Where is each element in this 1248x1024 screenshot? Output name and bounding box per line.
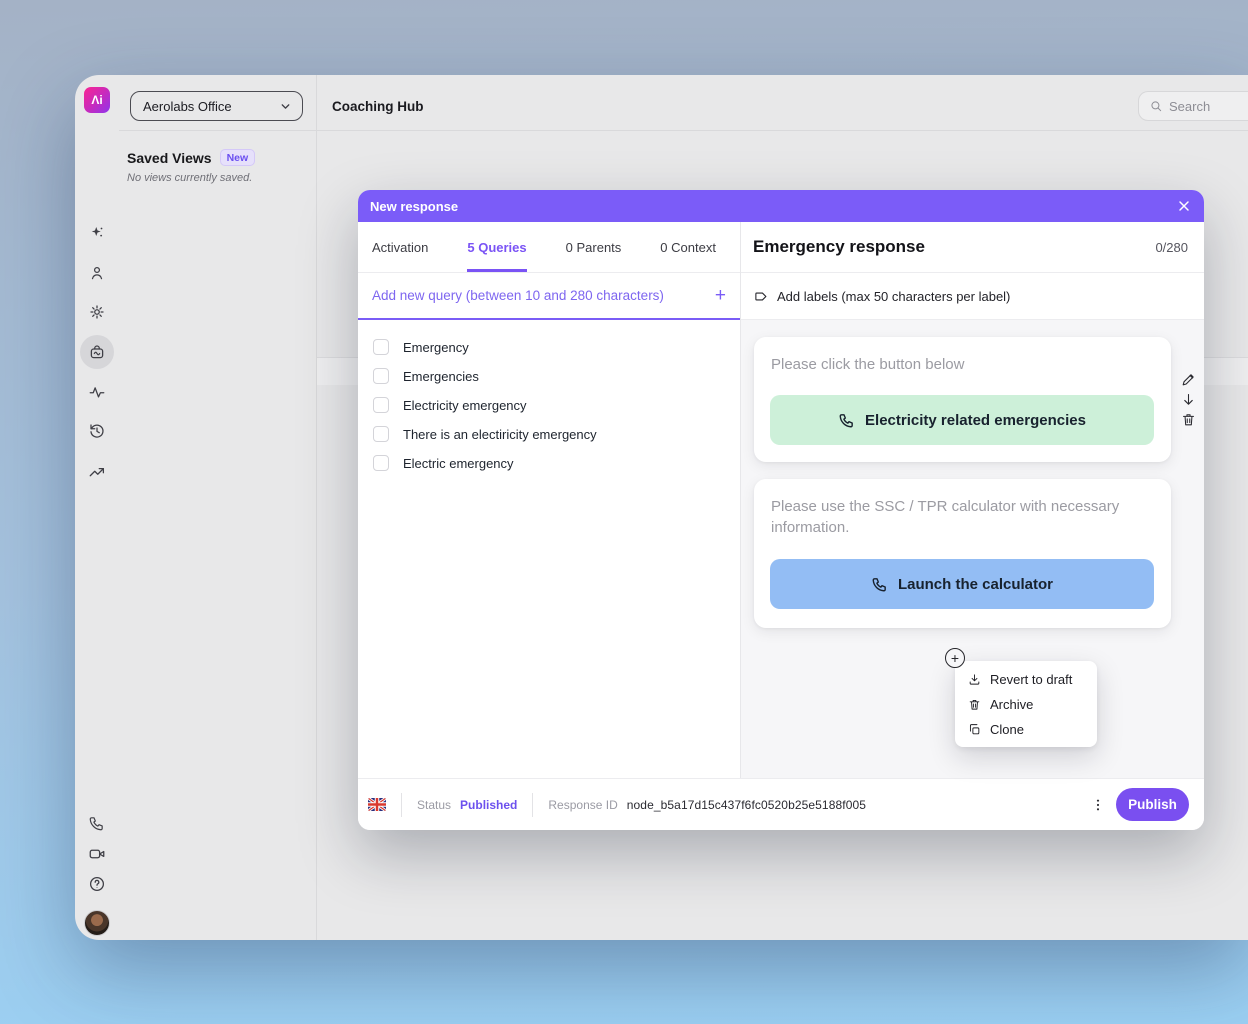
query-row: Emergencies [373,366,479,386]
workspace-selector[interactable]: Aerolabs Office [130,91,303,121]
response-id-value: node_b5a17d15c437f6fc0520b25e5188f005 [627,798,866,812]
footer-divider [532,793,533,817]
activity-pulse-icon[interactable] [88,383,106,401]
modal-title: New response [370,199,458,214]
menu-item-label: Archive [990,697,1033,712]
logo-glyph: Λi [91,93,102,107]
query-row: Emergency [373,337,469,357]
new-badge: New [220,149,256,166]
app-logo[interactable]: Λi [84,87,110,113]
queries-list: Emergency Emergencies Electricity emerge… [358,320,740,778]
sparkles-icon[interactable] [88,224,106,242]
menu-item-label: Clone [990,722,1024,737]
help-icon[interactable] [88,875,106,893]
panel-divider [316,75,317,940]
button-label: Electricity related emergencies [865,412,1086,429]
query-row: There is an electiricity emergency [373,424,597,444]
response-action-button[interactable]: Electricity related emergencies [770,395,1154,445]
kebab-menu-icon[interactable] [1090,797,1106,813]
query-row: Electricity emergency [373,395,527,415]
new-response-modal: New response Activation 5 Queries 0 Pare… [358,190,1204,830]
saved-views-title: Saved Views [127,150,212,166]
status-label: Status [417,798,451,812]
prompt-bag-icon-active[interactable] [80,335,114,369]
header-divider [119,130,1248,131]
query-checkbox[interactable] [373,397,389,413]
settings-gear-icon[interactable] [88,303,106,321]
query-label: Electric emergency [403,456,514,471]
response-card: Please use the SSC / TPR calculator with… [754,479,1171,628]
trash-icon [968,698,981,711]
chevron-down-icon [279,100,292,113]
menu-item-revert[interactable]: Revert to draft [955,667,1097,692]
button-label: Launch the calculator [898,576,1053,593]
add-query-row: Add new query (between 10 and 280 charac… [358,273,740,320]
download-icon [968,673,981,686]
card-message: Please use the SSC / TPR calculator with… [754,479,1171,538]
modal-header: New response [358,190,1204,222]
search-placeholder: Search [1169,99,1210,114]
add-node-button[interactable]: + [945,648,965,668]
menu-item-label: Revert to draft [990,672,1072,687]
delete-trash-icon[interactable] [1181,412,1196,427]
response-card: Please click the button below Electricit… [754,337,1171,462]
add-query-input[interactable]: Add new query (between 10 and 280 charac… [372,288,715,303]
query-checkbox[interactable] [373,339,389,355]
query-checkbox[interactable] [373,455,389,471]
page-title: Coaching Hub [332,99,424,114]
menu-item-clone[interactable]: Clone [955,717,1097,742]
edit-pencil-icon[interactable] [1181,372,1196,387]
response-title: Emergency response [753,222,925,272]
video-icon[interactable] [88,845,106,863]
query-row: Electric emergency [373,453,514,473]
label-tag-icon [754,289,769,304]
response-id-label: Response ID [548,798,617,812]
add-query-plus-icon[interactable]: + [715,285,726,307]
tab-context[interactable]: 0 Context [660,222,716,272]
user-avatar[interactable] [84,910,110,936]
uk-flag-icon[interactable] [368,798,386,811]
card-tools [1181,372,1196,427]
status-badge: Published [460,798,517,812]
query-checkbox[interactable] [373,426,389,442]
publish-button[interactable]: Publish [1116,788,1189,821]
person-icon[interactable] [88,264,106,282]
icon-rail: Λi [75,75,119,940]
close-icon[interactable] [1176,198,1192,214]
left-panel: Aerolabs Office Saved Views New No views… [119,75,316,940]
search-input[interactable]: Search [1138,91,1248,121]
add-labels-row[interactable]: Add labels (max 50 characters per label) [741,273,1204,320]
phone-icon[interactable] [88,815,106,833]
footer-divider [401,793,402,817]
response-action-button[interactable]: Launch the calculator [770,559,1154,609]
modal-tabs: Activation 5 Queries 0 Parents 0 Context [358,222,740,272]
modal-footer: Status Published Response ID node_b5a17d… [358,778,1204,830]
query-checkbox[interactable] [373,368,389,384]
query-label: There is an electiricity emergency [403,427,597,442]
move-down-icon[interactable] [1181,392,1196,407]
query-label: Electricity emergency [403,398,527,413]
history-icon[interactable] [88,422,106,440]
workspace-name: Aerolabs Office [143,99,232,114]
copy-icon [968,723,981,736]
query-label: Emergency [403,340,469,355]
tab-parents[interactable]: 0 Parents [566,222,622,272]
node-context-menu: Revert to draft Archive Clone [955,661,1097,747]
add-labels-placeholder: Add labels (max 50 characters per label) [777,289,1010,304]
tab-activation[interactable]: Activation [372,222,428,272]
trending-up-icon[interactable] [88,463,106,481]
saved-views-empty-text: No views currently saved. [127,172,252,184]
search-icon [1149,99,1163,113]
card-message: Please click the button below [754,337,1171,375]
tab-queries[interactable]: 5 Queries [467,222,526,272]
query-label: Emergencies [403,369,479,384]
menu-item-archive[interactable]: Archive [955,692,1097,717]
char-counter: 0/280 [1155,222,1188,272]
